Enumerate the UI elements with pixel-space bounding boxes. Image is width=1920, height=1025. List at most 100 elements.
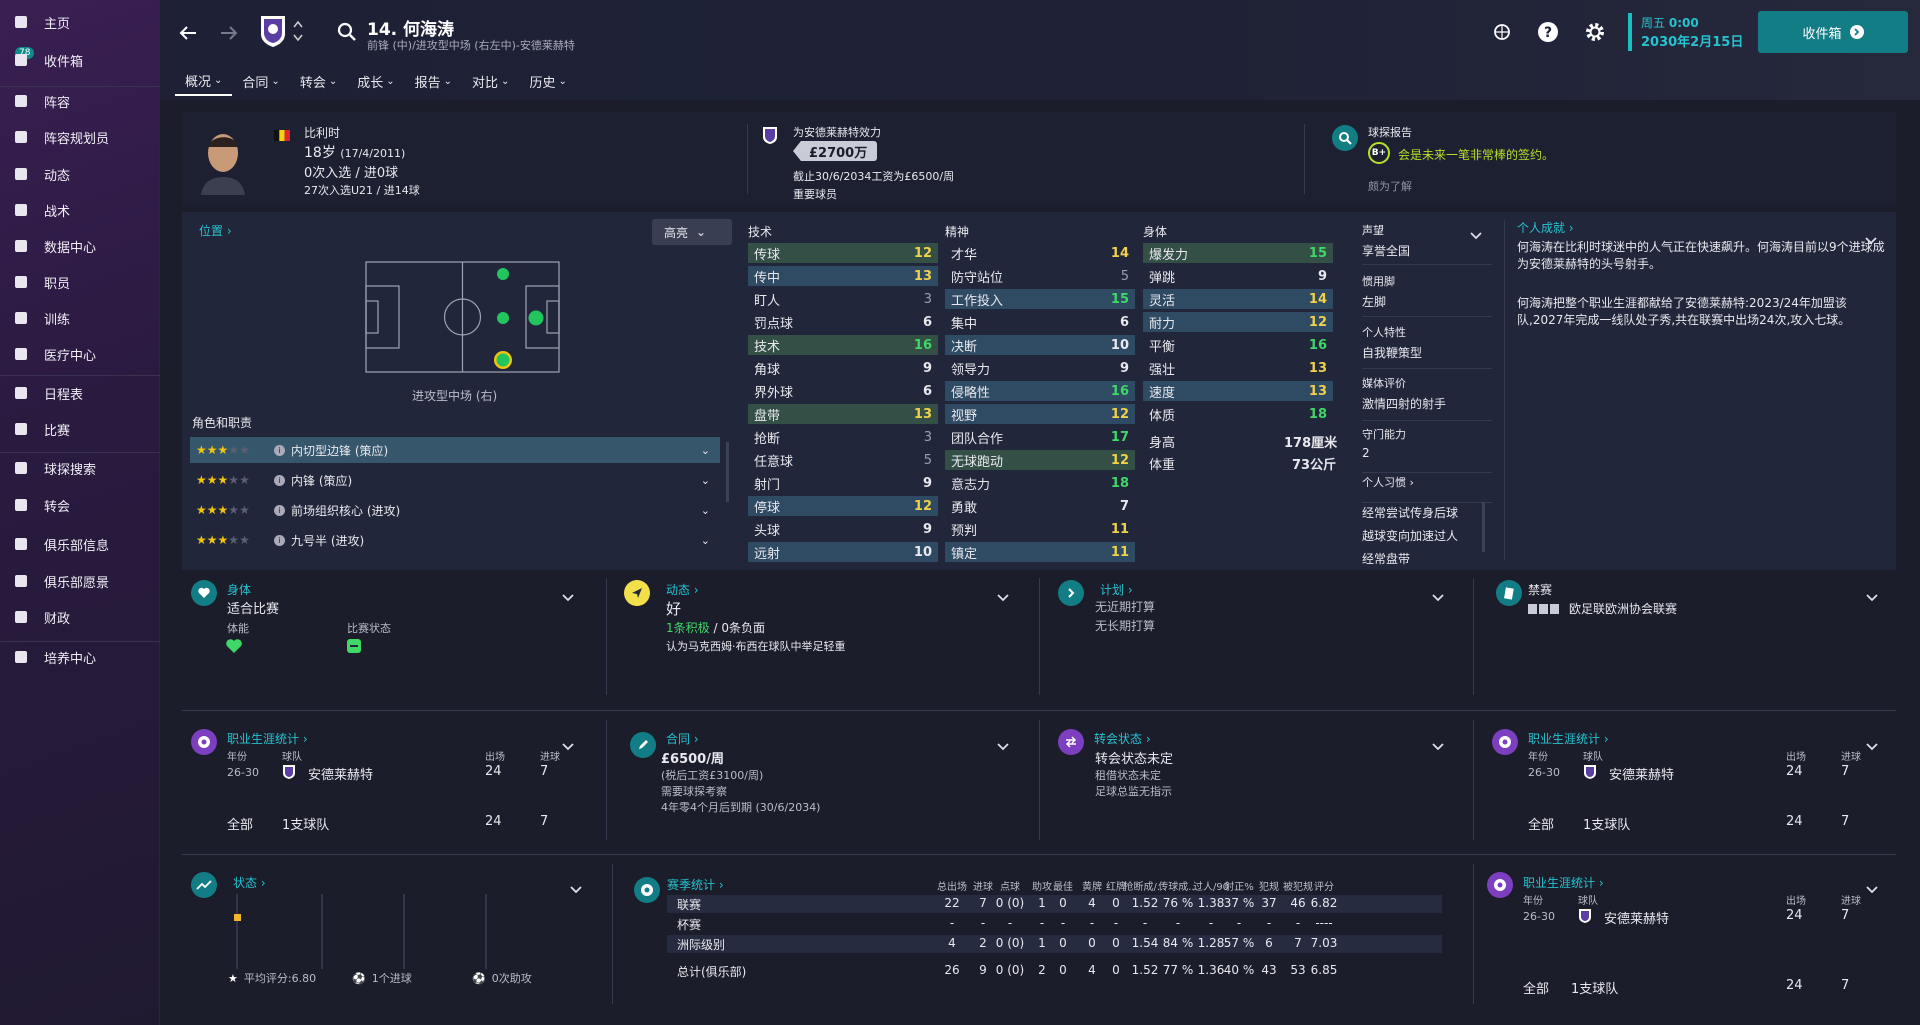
highlight-dropdown[interactable]: 高亮 ⌄: [652, 219, 732, 245]
role-row[interactable]: ★★★★★ i 内切型边锋 (策应) ⌄: [190, 437, 720, 463]
info-icon[interactable]: i: [274, 534, 285, 546]
forward-arrow-icon[interactable]: [218, 22, 240, 44]
tab-0[interactable]: 概况 ⌄: [175, 66, 233, 96]
attr-mental-11[interactable]: 勇敢 7: [945, 496, 1135, 516]
continue-button[interactable]: 收件箱: [1758, 11, 1908, 53]
attr-technical-5[interactable]: 角球 9: [748, 358, 938, 378]
back-arrow-icon[interactable]: [177, 22, 199, 44]
plans-chevron-icon[interactable]: [1432, 594, 1444, 602]
position-link[interactable]: 位置 ›: [199, 222, 232, 239]
help-icon[interactable]: ?: [1537, 21, 1559, 43]
attr-mental-9[interactable]: 无球跑动 12: [945, 450, 1135, 470]
role-row[interactable]: ★★★★★ i 内锋 (策应) ⌄: [190, 467, 720, 493]
sidebar-item-squad[interactable]: 阵容: [0, 86, 160, 116]
sidebar-item-briefcase[interactable]: 俱乐部愿景: [0, 566, 160, 596]
attr-technical-9[interactable]: 任意球 5: [748, 450, 938, 470]
season-col-header[interactable]: 犯规: [1259, 878, 1279, 893]
chevron-down-icon[interactable]: ⌄: [701, 534, 710, 547]
sidebar-item-development[interactable]: 培养中心: [0, 642, 160, 672]
attr-physical-5[interactable]: 强壮 13: [1143, 358, 1333, 378]
attr-mental-12[interactable]: 预判 11: [945, 519, 1135, 539]
attr-physical-7[interactable]: 体质 18: [1143, 404, 1333, 424]
info-icon[interactable]: i: [274, 474, 285, 486]
season-col-header[interactable]: 评分: [1314, 878, 1334, 893]
career-stats-link-3[interactable]: 职业生涯统计 ›: [1523, 874, 1604, 891]
attr-mental-1[interactable]: 防守站位 5: [945, 266, 1135, 286]
sidebar-item-training[interactable]: 训练: [0, 303, 160, 333]
sidebar-item-transfer[interactable]: 转会: [0, 490, 160, 520]
achievements-link[interactable]: 个人成就 ›: [1517, 219, 1574, 236]
fitness-chevron-icon[interactable]: [562, 594, 574, 602]
sidebar-item-tactics[interactable]: 战术: [0, 195, 160, 225]
attr-physical-1[interactable]: 弹跳 9: [1143, 266, 1333, 286]
search-icon[interactable]: [337, 22, 357, 42]
attr-technical-11[interactable]: 停球 12: [748, 496, 938, 516]
sidebar-item-finance[interactable]: 财政: [0, 602, 160, 632]
attr-mental-7[interactable]: 视野 12: [945, 404, 1135, 424]
sidebar-item-home[interactable]: 主页: [0, 7, 160, 37]
career-stats-link-2[interactable]: 职业生涯统计 ›: [1528, 730, 1609, 747]
season-col-header[interactable]: 最佳: [1053, 878, 1073, 893]
sidebar-item-calendar[interactable]: 日程表: [0, 378, 160, 408]
chevron-down-icon[interactable]: ⌄: [701, 474, 710, 487]
sidebar-item-data-hub[interactable]: 数据中心: [0, 231, 160, 261]
reputation-chevron-icon[interactable]: [1470, 232, 1482, 240]
attr-physical-6[interactable]: 速度 13: [1143, 381, 1333, 401]
sidebar-item-inbox[interactable]: 收件箱: [0, 45, 160, 75]
attr-physical-3[interactable]: 耐力 12: [1143, 312, 1333, 332]
season-col-header[interactable]: 射正%: [1224, 878, 1254, 893]
sidebar-item-scout-search[interactable]: 球探搜索: [0, 453, 160, 483]
attr-technical-8[interactable]: 抢断 3: [748, 427, 938, 447]
attr-mental-0[interactable]: 才华 14: [945, 243, 1135, 263]
season-col-header[interactable]: 传球成...: [1158, 878, 1198, 893]
attr-technical-1[interactable]: 传中 13: [748, 266, 938, 286]
tab-5[interactable]: 对比 ⌄: [462, 66, 519, 96]
chevron-down-icon[interactable]: ⌄: [701, 504, 710, 517]
transfer-status-link[interactable]: 转会状态 ›: [1094, 730, 1151, 747]
role-row[interactable]: ★★★★★ i 前场组织核心 (进攻) ⌄: [190, 497, 720, 523]
career-stats-link-1[interactable]: 职业生涯统计 ›: [227, 730, 308, 747]
dynamics-chevron-icon[interactable]: [997, 594, 1009, 602]
attr-technical-6[interactable]: 界外球 6: [748, 381, 938, 401]
ban-chevron-icon[interactable]: [1866, 594, 1878, 602]
attr-mental-6[interactable]: 侵略性 16: [945, 381, 1135, 401]
form-chevron-icon[interactable]: [570, 886, 582, 894]
attr-technical-7[interactable]: 盘带 13: [748, 404, 938, 424]
role-row[interactable]: ★★★★★ i 九号半 (进攻) ⌄: [190, 527, 720, 553]
tab-2[interactable]: 转会 ⌄: [290, 66, 347, 96]
attr-technical-3[interactable]: 罚点球 6: [748, 312, 938, 332]
tab-6[interactable]: 历史 ⌄: [519, 66, 576, 96]
attr-mental-5[interactable]: 领导力 9: [945, 358, 1135, 378]
tab-3[interactable]: 成长 ⌄: [347, 66, 404, 96]
attr-technical-4[interactable]: 技术 16: [748, 335, 938, 355]
tab-4[interactable]: 报告 ⌄: [405, 66, 462, 96]
attr-technical-10[interactable]: 射门 9: [748, 473, 938, 493]
contract-link[interactable]: 合同 ›: [666, 730, 699, 747]
attr-technical-12[interactable]: 头球 9: [748, 519, 938, 539]
attr-mental-3[interactable]: 集中 6: [945, 312, 1135, 332]
sidebar-item-clipboard[interactable]: 阵容规划员: [0, 122, 160, 152]
attr-mental-13[interactable]: 镇定 11: [945, 542, 1135, 562]
attr-technical-13[interactable]: 远射 10: [748, 542, 938, 562]
row-team[interactable]: 安德莱赫特: [1604, 908, 1669, 927]
season-col-header[interactable]: 黄牌: [1082, 878, 1102, 893]
attr-mental-10[interactable]: 意志力 18: [945, 473, 1135, 493]
info-icon[interactable]: i: [274, 504, 285, 516]
transfer-chevron-icon[interactable]: [1432, 743, 1444, 751]
attr-physical-2[interactable]: 灵活 14: [1143, 289, 1333, 309]
sidebar-item-staff[interactable]: 职员: [0, 267, 160, 297]
row-team[interactable]: 安德莱赫特: [308, 764, 373, 783]
dynamics-link[interactable]: 动态 ›: [666, 581, 699, 598]
ball-brain-icon[interactable]: [1492, 22, 1512, 42]
season-col-header[interactable]: 进球: [973, 878, 993, 893]
season-col-header[interactable]: 总出场: [937, 878, 967, 893]
up-down-chevron-icon[interactable]: [292, 18, 304, 44]
chevron-down-icon[interactable]: ⌄: [701, 444, 710, 457]
habits-link[interactable]: 个人习惯 ›: [1362, 474, 1492, 490]
sidebar-item-trophy[interactable]: 比赛: [0, 414, 160, 444]
season-col-header[interactable]: 助攻: [1032, 878, 1052, 893]
sidebar-item-dynamics[interactable]: 动态: [0, 159, 160, 189]
attr-physical-4[interactable]: 平衡 16: [1143, 335, 1333, 355]
attr-physical-0[interactable]: 爆发力 15: [1143, 243, 1333, 263]
sidebar-item-shield[interactable]: 俱乐部信息: [0, 529, 160, 559]
